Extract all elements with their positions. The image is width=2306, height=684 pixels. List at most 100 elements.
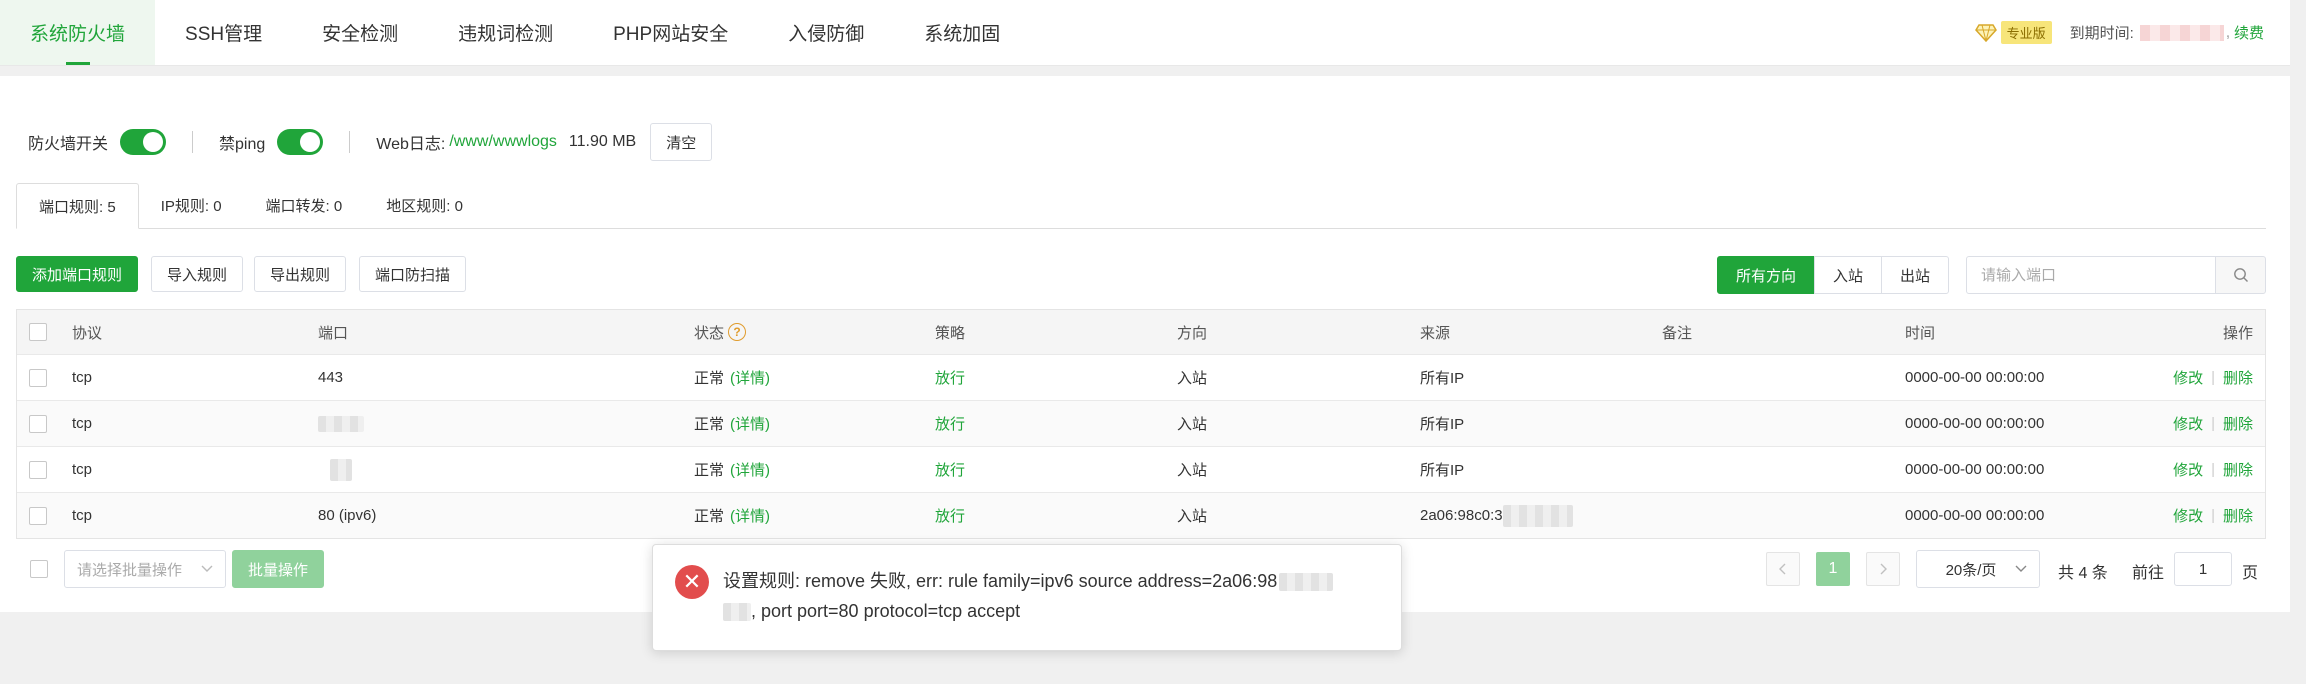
tab-port-rules[interactable]: 端口规则: 5 xyxy=(16,183,139,229)
redacted-port xyxy=(330,458,352,481)
cell-protocol: tcp xyxy=(72,415,93,432)
firewall-panel: 防火墙开关 禁ping Web日志: /www/wwwlogs 11.90 MB… xyxy=(0,76,2290,612)
direction-out-button[interactable]: 出站 xyxy=(1881,256,1950,294)
table-header: 协议 端口 状态 ? 策略 方向 来源 备注 时间 操作 xyxy=(17,310,2265,354)
chevron-down-icon xyxy=(201,565,213,572)
edit-link[interactable]: 修改 xyxy=(2173,459,2203,480)
cell-policy: 放行 xyxy=(935,370,966,387)
rules-toolbar: 添加端口规则 导入规则 导出规则 端口防扫描 所有方向 入站 出站 xyxy=(16,256,2266,294)
col-action: 操作 xyxy=(2222,324,2253,342)
error-message: 设置规则: remove 失败, err: rule family=ipv6 s… xyxy=(723,566,1363,626)
detail-link[interactable]: (详情) xyxy=(730,367,770,388)
cell-direction: 入站 xyxy=(1177,462,1208,479)
clear-log-button[interactable]: 清空 xyxy=(650,123,713,161)
tab-port-forward[interactable]: 端口转发: 0 xyxy=(244,183,365,228)
pro-badge: 专业版 xyxy=(2000,21,2052,44)
port-search-input[interactable] xyxy=(1966,256,2216,294)
direction-all-button[interactable]: 所有方向 xyxy=(1717,256,1816,294)
chevron-down-icon xyxy=(2015,565,2027,572)
error-close-icon: ✕ xyxy=(675,565,709,599)
redacted-port xyxy=(318,415,364,432)
tab-system-hardening[interactable]: 系统加固 xyxy=(894,0,1030,65)
detail-link[interactable]: (详情) xyxy=(730,413,770,434)
cell-status: 正常 (详情) xyxy=(694,355,770,400)
tab-intrusion-defense[interactable]: 入侵防御 xyxy=(758,0,894,65)
divider: | xyxy=(2211,415,2215,432)
cell-port: 80 (ipv6) xyxy=(318,507,377,524)
tab-security-check[interactable]: 安全检测 xyxy=(292,0,428,65)
tab-system-firewall[interactable]: 系统防火墙 xyxy=(0,0,156,65)
edit-link[interactable]: 修改 xyxy=(2173,367,2203,388)
add-port-rule-button[interactable]: 添加端口规则 xyxy=(16,256,139,292)
delete-link[interactable]: 删除 xyxy=(2223,459,2253,480)
delete-link[interactable]: 删除 xyxy=(2223,505,2253,526)
port-rules-table: 协议 端口 状态 ? 策略 方向 来源 备注 时间 操作 tcp 443 正常 … xyxy=(16,309,2266,539)
detail-link[interactable]: (详情) xyxy=(730,505,770,526)
export-rules-button[interactable]: 导出规则 xyxy=(254,256,347,292)
cell-protocol: tcp xyxy=(72,369,93,386)
prev-page-button[interactable] xyxy=(1766,552,1800,586)
tab-php-security[interactable]: PHP网站安全 xyxy=(583,0,758,65)
cell-time: 0000-00-00 00:00:00 xyxy=(1905,415,2045,432)
row-checkbox[interactable] xyxy=(29,460,47,479)
search-icon xyxy=(2233,268,2248,282)
cell-time: 0000-00-00 00:00:00 xyxy=(1905,461,2045,478)
cell-policy: 放行 xyxy=(935,416,966,433)
page-1-button[interactable]: 1 xyxy=(1816,552,1850,586)
weblog-label: Web日志: xyxy=(376,136,446,153)
next-page-button[interactable] xyxy=(1866,552,1900,586)
edit-link[interactable]: 修改 xyxy=(2173,505,2203,526)
select-all-checkbox[interactable] xyxy=(29,323,47,341)
col-time: 时间 xyxy=(1905,324,1936,342)
direction-filter: 所有方向 入站 出站 xyxy=(1717,256,1950,294)
noping-label: 禁ping xyxy=(219,136,266,153)
search-button[interactable] xyxy=(2215,256,2266,294)
firewall-toggle[interactable] xyxy=(120,129,167,155)
cell-source: 2a06:98c0:3 xyxy=(1420,493,1573,538)
cell-time: 0000-00-00 00:00:00 xyxy=(1905,369,2045,386)
col-direction: 方向 xyxy=(1177,324,1208,342)
firewall-switch-label: 防火墙开关 xyxy=(28,136,109,153)
edit-link[interactable]: 修改 xyxy=(2173,413,2203,434)
row-checkbox[interactable] xyxy=(29,414,47,433)
tab-region-rules[interactable]: 地区规则: 0 xyxy=(364,183,485,228)
import-rules-button[interactable]: 导入规则 xyxy=(151,256,244,292)
expire-date-redacted xyxy=(2139,24,2224,41)
top-nav: 系统防火墙 SSH管理 安全检测 违规词检测 PHP网站安全 入侵防御 系统加固… xyxy=(0,0,2290,66)
batch-action-select[interactable]: 请选择批量操作 xyxy=(64,550,226,588)
delete-link[interactable]: 删除 xyxy=(2223,367,2253,388)
goto-page-input[interactable]: 1 xyxy=(2174,552,2232,586)
page-size-select[interactable]: 20条/页 xyxy=(1916,550,2040,588)
renew-link[interactable]: 续费 xyxy=(2234,22,2264,43)
delete-link[interactable]: 删除 xyxy=(2223,413,2253,434)
divider: | xyxy=(2211,461,2215,478)
row-checkbox[interactable] xyxy=(29,506,47,525)
col-protocol: 协议 xyxy=(72,324,103,342)
tab-violation-words[interactable]: 违规词检测 xyxy=(428,0,583,65)
noping-toggle[interactable] xyxy=(277,129,324,155)
footer-select-all-checkbox[interactable] xyxy=(30,560,48,578)
divider: | xyxy=(2211,369,2215,386)
diamond-icon xyxy=(1974,23,1997,42)
tab-ip-rules[interactable]: IP规则: 0 xyxy=(139,183,244,228)
cell-direction: 入站 xyxy=(1177,370,1208,387)
divider: | xyxy=(2211,507,2215,524)
table-row: tcp 443 正常 (详情) 放行 入站 所有IP 0000-00-00 00… xyxy=(17,354,2265,400)
weblog-path-link[interactable]: /www/wwwlogs xyxy=(449,133,557,151)
chevron-right-icon xyxy=(1880,563,1887,575)
batch-action-button[interactable]: 批量操作 xyxy=(232,550,324,588)
cell-direction: 入站 xyxy=(1177,416,1208,433)
port-anti-scan-button[interactable]: 端口防扫描 xyxy=(359,256,467,292)
redacted-ip xyxy=(1502,504,1573,527)
row-checkbox[interactable] xyxy=(29,368,47,387)
help-icon[interactable]: ? xyxy=(728,323,747,341)
cell-port: 443 xyxy=(318,369,344,386)
detail-link[interactable]: (详情) xyxy=(730,459,770,480)
chevron-left-icon xyxy=(1779,563,1786,575)
cell-time: 0000-00-00 00:00:00 xyxy=(1905,507,2045,524)
cell-policy: 放行 xyxy=(935,508,966,525)
cell-actions: 修改 | 删除 xyxy=(2173,355,2253,400)
direction-in-button[interactable]: 入站 xyxy=(1814,256,1883,294)
goto-label: 前往 xyxy=(2132,565,2165,582)
tab-ssh[interactable]: SSH管理 xyxy=(155,0,292,65)
